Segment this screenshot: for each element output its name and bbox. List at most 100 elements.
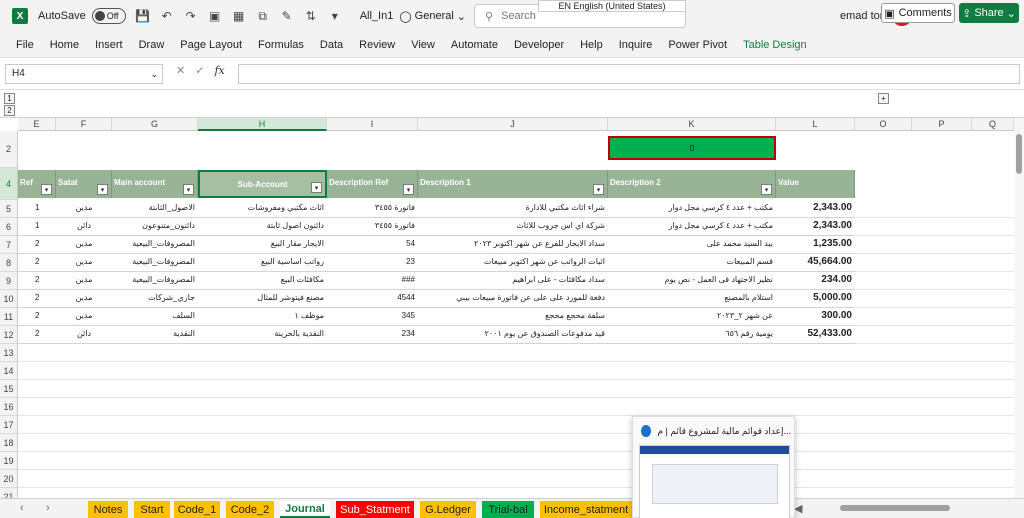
ribbon-tab-file[interactable]: File <box>8 39 42 51</box>
row-header-12[interactable]: 12 <box>0 326 18 344</box>
table-cell[interactable]: 54 <box>330 236 415 252</box>
next-sheet-icon[interactable]: › <box>46 502 50 514</box>
table-cell[interactable]: 2 <box>21 290 53 306</box>
table-cell[interactable]: اثاث مكتبي ومفروشات <box>201 200 324 216</box>
copy-icon[interactable]: ⧉ <box>256 9 270 23</box>
format-painter-icon[interactable]: ✎ <box>280 9 294 23</box>
undo-icon[interactable]: ↶ <box>160 9 174 23</box>
column-header-l[interactable]: L <box>776 118 855 131</box>
filter-dropdown-icon[interactable]: ▾ <box>41 184 52 195</box>
ribbon-tab-data[interactable]: Data <box>312 39 351 51</box>
sheet-tab-notes[interactable]: Notes <box>88 501 128 518</box>
table-cell[interactable]: 1 <box>21 200 53 216</box>
table-cell[interactable]: 2 <box>21 308 53 324</box>
table-cell[interactable]: سداد مكافئات - على ابراهيم <box>421 272 605 288</box>
ribbon-tab-developer[interactable]: Developer <box>506 39 572 51</box>
column-header-k[interactable]: K <box>608 118 776 131</box>
hscroll-thumb[interactable] <box>840 505 950 511</box>
table-header-sub-account[interactable]: Sub-Account ▾ <box>198 170 327 198</box>
table-cell[interactable]: مدين <box>59 290 109 306</box>
ribbon-tab-formulas[interactable]: Formulas <box>250 39 312 51</box>
row-header-13[interactable]: 13 <box>0 344 18 362</box>
table-cell[interactable]: 2 <box>21 326 53 342</box>
table-cell[interactable]: مدين <box>59 308 109 324</box>
redo-icon[interactable]: ↷ <box>184 9 198 23</box>
row-header-21[interactable]: 21 <box>0 488 18 498</box>
sheet-tab-g-ledger[interactable]: G.Ledger <box>420 501 476 518</box>
taskbar-preview[interactable]: إعداد قوائم مالية لمشروع قائم | م... <box>632 416 795 518</box>
table-header-description-ref[interactable]: Description Ref ▾ <box>327 170 418 198</box>
table-cell[interactable]: دائنون اصول ثابتة <box>201 218 324 234</box>
camera-icon[interactable]: ▣ <box>208 9 222 23</box>
ribbon-tab-power-pivot[interactable]: Power Pivot <box>660 39 735 51</box>
ribbon-tab-review[interactable]: Review <box>351 39 403 51</box>
table-cell[interactable]: قسم المبيعات <box>611 254 773 270</box>
row-header-10[interactable]: 10 <box>0 290 18 308</box>
table-header-main-account[interactable]: Main account ▾ <box>112 170 198 198</box>
table-cell[interactable]: المصروفات_البيعية <box>115 272 195 288</box>
row-header-11[interactable]: 11 <box>0 308 18 326</box>
enter-icon[interactable]: ✓ <box>195 64 204 77</box>
column-header-g[interactable]: G <box>112 118 198 131</box>
table-cell[interactable]: 23 <box>330 254 415 270</box>
table-cell[interactable]: 1,235.00 <box>779 236 852 252</box>
table-cell[interactable]: يومية رقم ٦٥٦ <box>611 326 773 342</box>
row-header-17[interactable]: 17 <box>0 416 18 434</box>
ribbon-tab-draw[interactable]: Draw <box>131 39 173 51</box>
sensitivity-label[interactable]: ◯ General ⌄ <box>399 10 466 23</box>
table-cell[interactable]: سلفة محجع محجع <box>421 308 605 324</box>
sheet-tab-code-2[interactable]: Code_2 <box>226 501 274 518</box>
chevron-down-icon[interactable]: ⌄ <box>150 65 158 83</box>
table-cell[interactable]: 5,000.00 <box>779 290 852 306</box>
table-header-description-2[interactable]: Description 2 ▾ <box>608 170 776 198</box>
sheet-tab-start[interactable]: Start <box>134 501 170 518</box>
table-cell[interactable]: دائن <box>59 326 109 342</box>
ribbon-tab-inquire[interactable]: Inquire <box>611 39 661 51</box>
sheet-tab-sub-statment[interactable]: Sub_Statment <box>336 501 414 518</box>
table-cell[interactable]: 2 <box>21 254 53 270</box>
cancel-icon[interactable]: ✕ <box>176 64 185 77</box>
ribbon-tab-home[interactable]: Home <box>42 39 87 51</box>
table-cell[interactable]: نظير الاجتهاد فى العمل - نص يوم <box>611 272 773 288</box>
row-header-14[interactable]: 14 <box>0 362 18 380</box>
row-header-18[interactable]: 18 <box>0 434 18 452</box>
file-name[interactable]: All_In1 <box>360 10 394 22</box>
table-cell[interactable]: 345 <box>330 308 415 324</box>
filter-dropdown-icon[interactable]: ▾ <box>403 184 414 195</box>
table-cell[interactable]: 45,664.00 <box>779 254 853 270</box>
sheet-tab-code-1[interactable]: Code_1 <box>174 501 220 518</box>
table-cell[interactable]: 52,433.00 <box>779 326 853 342</box>
table-cell[interactable]: شركة اي اس جروب للاثاث <box>421 218 605 234</box>
row-header-20[interactable]: 20 <box>0 470 18 488</box>
table-cell[interactable]: بيد السيد محمد على <box>611 236 773 252</box>
customize-qat-icon[interactable]: ▾ <box>328 9 342 23</box>
comments-button[interactable]: ▣ Comments <box>881 3 955 23</box>
table-cell[interactable]: دائنون_متنوعون <box>115 218 195 234</box>
vertical-scrollbar[interactable] <box>1014 118 1024 498</box>
sheet-tab-journal[interactable]: Journal <box>280 501 330 518</box>
table-cell[interactable]: 2 <box>21 236 53 252</box>
outline-level-2-button[interactable]: 2 <box>4 105 15 116</box>
table-cell[interactable]: 300.00 <box>779 308 852 324</box>
ribbon-tab-view[interactable]: View <box>403 39 443 51</box>
table-cell[interactable]: 4544 <box>330 290 415 306</box>
table-cell[interactable]: الاصول_الثابتة <box>115 200 195 216</box>
column-header-j[interactable]: J <box>418 118 608 131</box>
table-cell[interactable]: 2,343.00 <box>779 200 852 216</box>
table-cell[interactable]: سداد الايجار للفرع عن شهر اكتوبر ٢٠٢٣ <box>421 236 605 252</box>
table-cell[interactable]: النقدية <box>115 326 195 342</box>
ribbon-tab-table-design[interactable]: Table Design <box>735 39 815 51</box>
table-cell[interactable]: مدين <box>59 272 109 288</box>
table-cell[interactable]: 234 <box>330 326 415 342</box>
formula-input[interactable] <box>238 64 1020 84</box>
row-header-9[interactable]: 9 <box>0 272 18 290</box>
filter-dropdown-icon[interactable]: ▾ <box>593 184 604 195</box>
table-header-value[interactable]: Value <box>776 170 855 198</box>
share-button[interactable]: ⇪ Share ⌄ <box>959 3 1019 23</box>
column-header-q[interactable]: Q <box>972 118 1014 131</box>
table-cell[interactable]: النقدية بالخزينة <box>201 326 324 342</box>
table-cell[interactable]: 2 <box>21 272 53 288</box>
table-cell[interactable]: المصروفات_البيعية <box>115 254 195 270</box>
table-cell[interactable]: قيد مدفوعات الصندوق عن يوم ٢٠٠١ <box>421 326 605 342</box>
table-cell[interactable]: رواتب اساسية البيع <box>201 254 324 270</box>
